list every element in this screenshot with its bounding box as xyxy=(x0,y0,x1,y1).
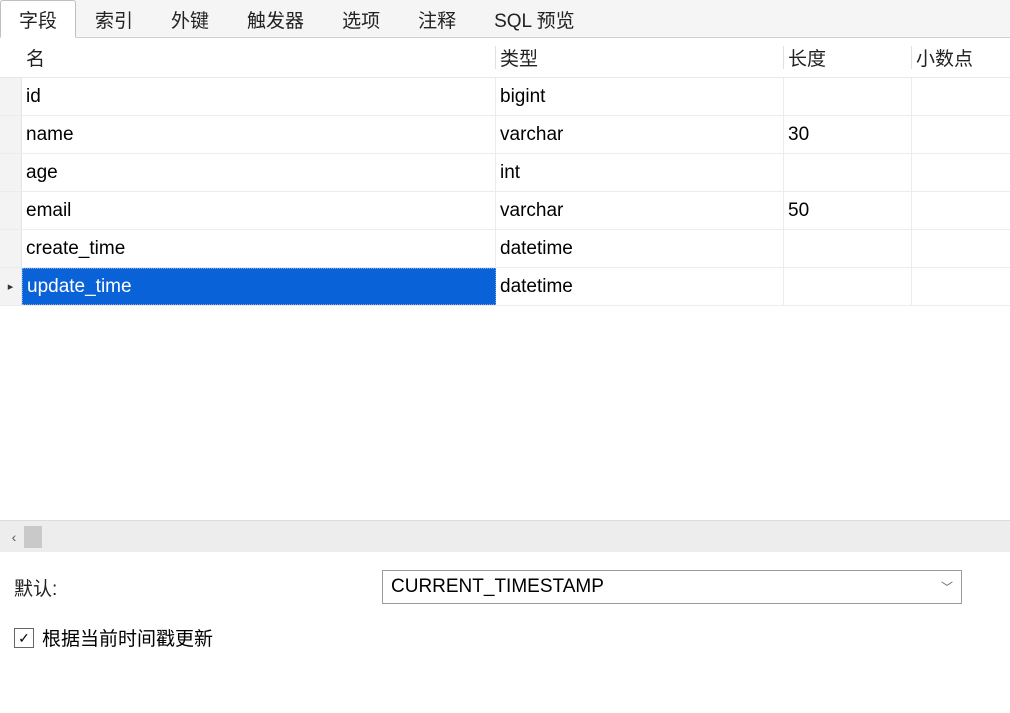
cell-decimal[interactable] xyxy=(912,154,1010,191)
col-header-decimal[interactable]: 小数点 xyxy=(912,38,1010,77)
tab-label: 外键 xyxy=(171,6,209,33)
cell-length[interactable]: 30 xyxy=(784,116,912,153)
cell-name[interactable]: email xyxy=(22,192,496,229)
default-label: 默认: xyxy=(14,574,382,601)
row-gutter xyxy=(0,154,22,191)
row-gutter xyxy=(0,268,22,305)
on-update-label: 根据当前时间戳更新 xyxy=(42,624,213,651)
cell-type[interactable]: int xyxy=(496,154,784,191)
tab-fields[interactable]: 字段 xyxy=(0,0,76,38)
cell-name[interactable]: age xyxy=(22,154,496,191)
tab-label: 注释 xyxy=(418,6,456,33)
tab-comment[interactable]: 注释 xyxy=(399,0,475,38)
col-header-label: 长度 xyxy=(788,49,826,70)
cell-decimal[interactable] xyxy=(912,192,1010,229)
horizontal-scrollbar[interactable]: ‹ xyxy=(0,520,1010,552)
row-gutter xyxy=(0,78,22,115)
tab-sql-preview[interactable]: SQL 预览 xyxy=(475,0,594,38)
scroll-left-icon[interactable]: ‹ xyxy=(4,529,24,545)
cell-length[interactable] xyxy=(784,154,912,191)
col-header-label: 名 xyxy=(26,49,45,70)
tab-label: SQL 预览 xyxy=(494,6,575,33)
default-row: 默认: CURRENT_TIMESTAMP ﹀ xyxy=(14,570,996,604)
default-value: CURRENT_TIMESTAMP xyxy=(391,576,604,598)
cell-name[interactable]: update_time xyxy=(22,268,496,305)
tab-label: 字段 xyxy=(19,6,57,33)
tab-foreign-keys[interactable]: 外键 xyxy=(152,0,228,38)
col-header-label: 类型 xyxy=(500,49,538,70)
tab-bar: 字段 索引 外键 触发器 选项 注释 SQL 预览 xyxy=(0,0,1010,38)
on-update-row: 根据当前时间戳更新 xyxy=(14,624,996,651)
table-row[interactable]: emailvarchar50 xyxy=(0,192,1010,230)
col-header-type[interactable]: 类型 xyxy=(496,38,784,77)
on-update-checkbox[interactable] xyxy=(14,628,34,648)
tab-triggers[interactable]: 触发器 xyxy=(228,0,323,38)
grid-body: idbigintnamevarchar30ageintemailvarchar5… xyxy=(0,78,1010,306)
cell-type[interactable]: datetime xyxy=(496,268,784,305)
tab-indexes[interactable]: 索引 xyxy=(76,0,152,38)
header-gutter xyxy=(0,38,22,77)
cell-length[interactable]: 50 xyxy=(784,192,912,229)
cell-name[interactable]: id xyxy=(22,78,496,115)
tab-options[interactable]: 选项 xyxy=(323,0,399,38)
grid-empty-area xyxy=(0,306,1010,520)
chevron-down-icon: ﹀ xyxy=(941,579,953,596)
tab-label: 索引 xyxy=(95,6,133,33)
row-gutter xyxy=(0,192,22,229)
row-gutter xyxy=(0,230,22,267)
cell-length[interactable] xyxy=(784,230,912,267)
table-row[interactable]: update_timedatetime xyxy=(0,268,1010,306)
field-properties: 默认: CURRENT_TIMESTAMP ﹀ 根据当前时间戳更新 xyxy=(0,552,1010,661)
row-gutter xyxy=(0,116,22,153)
col-header-name[interactable]: 名 xyxy=(22,38,496,77)
table-row[interactable]: namevarchar30 xyxy=(0,116,1010,154)
cell-type[interactable]: datetime xyxy=(496,230,784,267)
cell-name[interactable]: name xyxy=(22,116,496,153)
cell-type[interactable]: bigint xyxy=(496,78,784,115)
table-row[interactable]: create_timedatetime xyxy=(0,230,1010,268)
cell-name[interactable]: create_time xyxy=(22,230,496,267)
grid-header: 名 类型 长度 小数点 xyxy=(0,38,1010,78)
cell-decimal[interactable] xyxy=(912,78,1010,115)
cell-decimal[interactable] xyxy=(912,230,1010,267)
cell-type[interactable]: varchar xyxy=(496,192,784,229)
col-header-length[interactable]: 长度 xyxy=(784,38,912,77)
scroll-thumb[interactable] xyxy=(24,526,42,548)
cell-decimal[interactable] xyxy=(912,268,1010,305)
cell-length[interactable] xyxy=(784,78,912,115)
table-row[interactable]: idbigint xyxy=(0,78,1010,116)
cell-decimal[interactable] xyxy=(912,116,1010,153)
tab-label: 触发器 xyxy=(247,6,304,33)
fields-grid: 名 类型 长度 小数点 idbigintnamevarchar30ageinte… xyxy=(0,38,1010,306)
col-header-label: 小数点 xyxy=(916,49,973,70)
cell-type[interactable]: varchar xyxy=(496,116,784,153)
cell-length[interactable] xyxy=(784,268,912,305)
tab-label: 选项 xyxy=(342,6,380,33)
default-combo[interactable]: CURRENT_TIMESTAMP ﹀ xyxy=(382,570,962,604)
table-row[interactable]: ageint xyxy=(0,154,1010,192)
